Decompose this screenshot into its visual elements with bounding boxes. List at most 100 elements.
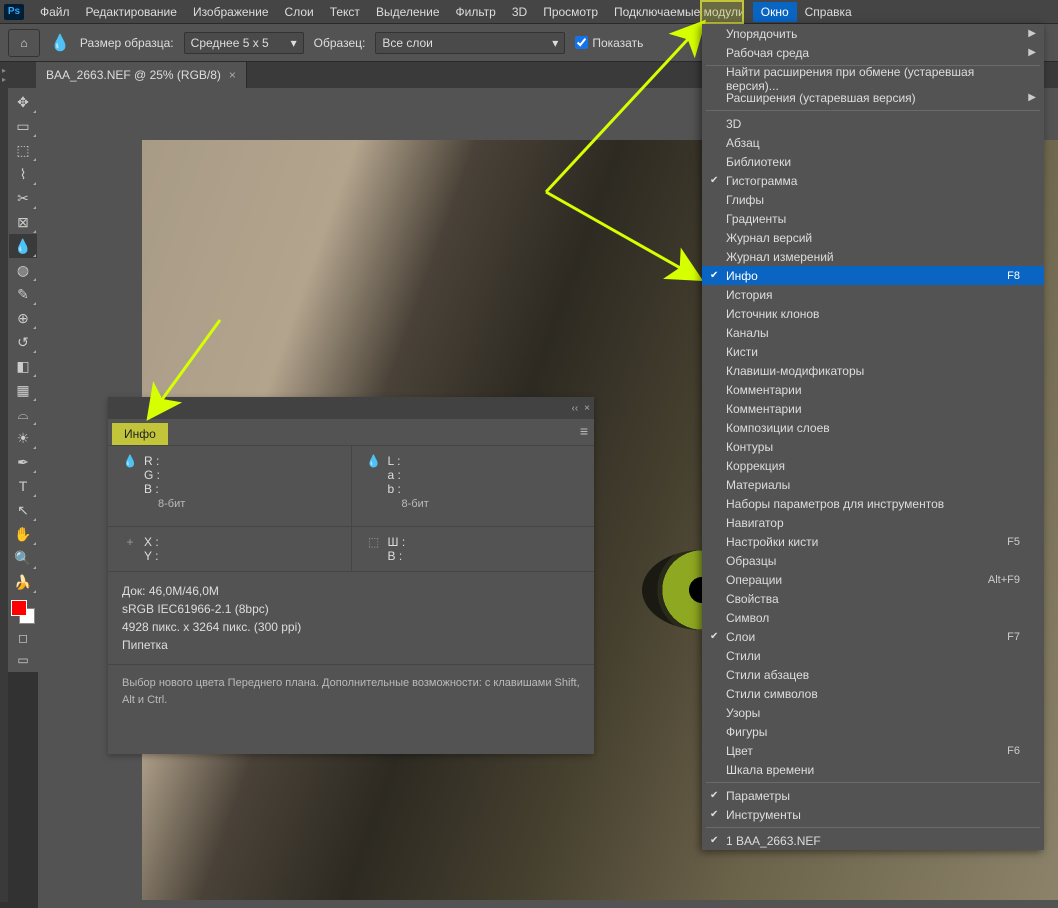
home-icon: ⌂ — [20, 36, 27, 50]
foreground-swatch[interactable] — [11, 600, 27, 616]
menu-item-инфо[interactable]: ✔ИнфоF8 — [702, 266, 1044, 285]
menu-item-label: Комментарии — [726, 402, 802, 416]
left-dock-strip[interactable]: ▸▸ — [0, 62, 8, 902]
menu-item-каналы[interactable]: Каналы — [702, 323, 1044, 342]
menu-item-упорядочить[interactable]: Упорядочить▶ — [702, 24, 1044, 43]
menu-item-глифы[interactable]: Глифы — [702, 190, 1044, 209]
menu-item-журнал-измерений[interactable]: Журнал измерений — [702, 247, 1044, 266]
quickmask-button[interactable]: ◻ — [9, 628, 37, 648]
menu-редактирование[interactable]: Редактирование — [78, 2, 185, 22]
eyedropper-tool[interactable]: 💧 — [9, 234, 37, 258]
info-tab[interactable]: Инфо — [112, 423, 168, 445]
color-swatches[interactable] — [9, 598, 37, 626]
type-tool[interactable]: T — [9, 474, 37, 498]
menu-item-label: Контуры — [726, 440, 773, 454]
heal-tool[interactable]: ◍ — [9, 258, 37, 282]
menu-item-стили[interactable]: Стили — [702, 646, 1044, 665]
banana-tool[interactable]: 🍌 — [9, 570, 37, 594]
menu-item-комментарии[interactable]: Комментарии — [702, 380, 1044, 399]
menu-item-фигуры[interactable]: Фигуры — [702, 722, 1044, 741]
menu-3d[interactable]: 3D — [504, 2, 535, 22]
gradient-tool[interactable]: ▦ — [9, 378, 37, 402]
menu-файл[interactable]: Файл — [32, 2, 78, 22]
menu-item-навигатор[interactable]: Навигатор — [702, 513, 1044, 532]
history-brush-tool[interactable]: ↺ — [9, 330, 37, 354]
screenmode-button[interactable]: ▭ — [9, 650, 37, 670]
menu-item-библиотеки[interactable]: Библиотеки — [702, 152, 1044, 171]
menu-item-комментарии[interactable]: Комментарии — [702, 399, 1044, 418]
menu-item-символ[interactable]: Символ — [702, 608, 1044, 627]
eraser-tool[interactable]: ◧ — [9, 354, 37, 378]
menu-item-инструменты[interactable]: ✔Инструменты — [702, 805, 1044, 824]
menu-item-контуры[interactable]: Контуры — [702, 437, 1044, 456]
path-tool[interactable]: ↖ — [9, 498, 37, 522]
menu-item-label: Стили абзацев — [726, 668, 809, 682]
panel-menu-icon[interactable]: ≡ — [580, 423, 588, 439]
menu-item-гистограмма[interactable]: ✔Гистограмма — [702, 171, 1044, 190]
home-button[interactable]: ⌂ — [8, 29, 40, 57]
artboard-tool[interactable]: ▭ — [9, 114, 37, 138]
menu-фильтр[interactable]: Фильтр — [448, 2, 504, 22]
menu-item-label: Свойства — [726, 592, 779, 606]
info-hint-text: Выбор нового цвета Переднего плана. Допо… — [108, 664, 594, 754]
menu-item-абзац[interactable]: Абзац — [702, 133, 1044, 152]
menu-item-градиенты[interactable]: Градиенты — [702, 209, 1044, 228]
menu-item-1-baa-2663-nef[interactable]: ✔1 BAA_2663.NEF — [702, 831, 1044, 850]
brush-tool[interactable]: ✎ — [9, 282, 37, 306]
menu-item-узоры[interactable]: Узоры — [702, 703, 1044, 722]
menu-item-история[interactable]: История — [702, 285, 1044, 304]
menu-слои[interactable]: Слои — [277, 2, 322, 22]
menu-item-шкала-времени[interactable]: Шкала времени — [702, 760, 1044, 779]
document-tab[interactable]: BAA_2663.NEF @ 25% (RGB/8) × — [36, 62, 247, 88]
close-icon[interactable]: × — [229, 68, 236, 82]
lasso-tool[interactable]: ⌇ — [9, 162, 37, 186]
menu-item-3d[interactable]: 3D — [702, 114, 1044, 133]
info-panel-header[interactable]: ‹‹ × — [108, 397, 594, 419]
hand-tool[interactable]: ✋ — [9, 522, 37, 546]
close-icon[interactable]: × — [584, 403, 590, 414]
menu-item-образцы[interactable]: Образцы — [702, 551, 1044, 570]
marquee-tool[interactable]: ⬚ — [9, 138, 37, 162]
menu-item-параметры[interactable]: ✔Параметры — [702, 786, 1044, 805]
blur-tool[interactable]: ⌓ — [9, 402, 37, 426]
collapse-icon[interactable]: ‹‹ — [571, 403, 578, 414]
menu-item-стили-абзацев[interactable]: Стили абзацев — [702, 665, 1044, 684]
menu-текст[interactable]: Текст — [322, 2, 368, 22]
menu-выделение[interactable]: Выделение — [368, 2, 448, 22]
info-xy-readout: +X : Y : — [108, 527, 352, 571]
menu-изображение[interactable]: Изображение — [185, 2, 277, 22]
crop-tool[interactable]: ✂ — [9, 186, 37, 210]
menu-item-операции[interactable]: ОперацииAlt+F9 — [702, 570, 1044, 589]
sample-layers-select[interactable]: Все слои — [375, 32, 565, 54]
menu-item-найти-расширения-при-обмене-устаревшая-версия-[interactable]: Найти расширения при обмене (устаревшая … — [702, 69, 1044, 88]
menu-item-кисти[interactable]: Кисти — [702, 342, 1044, 361]
menu-окно[interactable]: Окно — [753, 2, 797, 22]
show-ring-checkbox[interactable]: Показать — [575, 36, 643, 50]
menu-item-слои[interactable]: ✔СлоиF7 — [702, 627, 1044, 646]
menu-item-источник-клонов[interactable]: Источник клонов — [702, 304, 1044, 323]
menu-item-расширения-устаревшая-версия-[interactable]: Расширения (устаревшая версия)▶ — [702, 88, 1044, 107]
dodge-tool[interactable]: ☀ — [9, 426, 37, 450]
move-tool[interactable]: ✥ — [9, 90, 37, 114]
menu-item-композиции-слоев[interactable]: Композиции слоев — [702, 418, 1044, 437]
menu-item-настройки-кисти[interactable]: Настройки кистиF5 — [702, 532, 1044, 551]
frame-tool[interactable]: ⊠ — [9, 210, 37, 234]
menu-item-коррекция[interactable]: Коррекция — [702, 456, 1044, 475]
menu-item-журнал-версий[interactable]: Журнал версий — [702, 228, 1044, 247]
stamp-tool[interactable]: ⊕ — [9, 306, 37, 330]
menu-item-стили-символов[interactable]: Стили символов — [702, 684, 1044, 703]
menu-item-клавиши-модификаторы[interactable]: Клавиши-модификаторы — [702, 361, 1044, 380]
sample-size-select[interactable]: Среднее 5 x 5 — [184, 32, 304, 54]
check-icon: ✔ — [710, 631, 718, 642]
menu-item-label: Операции — [726, 573, 782, 587]
menu-item-наборы-параметров-для-инструментов[interactable]: Наборы параметров для инструментов — [702, 494, 1044, 513]
pen-tool[interactable]: ✒ — [9, 450, 37, 474]
menu-просмотр[interactable]: Просмотр — [535, 2, 606, 22]
menu-item-рабочая-среда[interactable]: Рабочая среда▶ — [702, 43, 1044, 62]
zoom-tool[interactable]: 🔍 — [9, 546, 37, 570]
menu-item-label: Стили — [726, 649, 761, 663]
menu-item-свойства[interactable]: Свойства — [702, 589, 1044, 608]
menu-item-цвет[interactable]: ЦветF6 — [702, 741, 1044, 760]
menu-справка[interactable]: Справка — [797, 2, 860, 22]
menu-item-материалы[interactable]: Материалы — [702, 475, 1044, 494]
